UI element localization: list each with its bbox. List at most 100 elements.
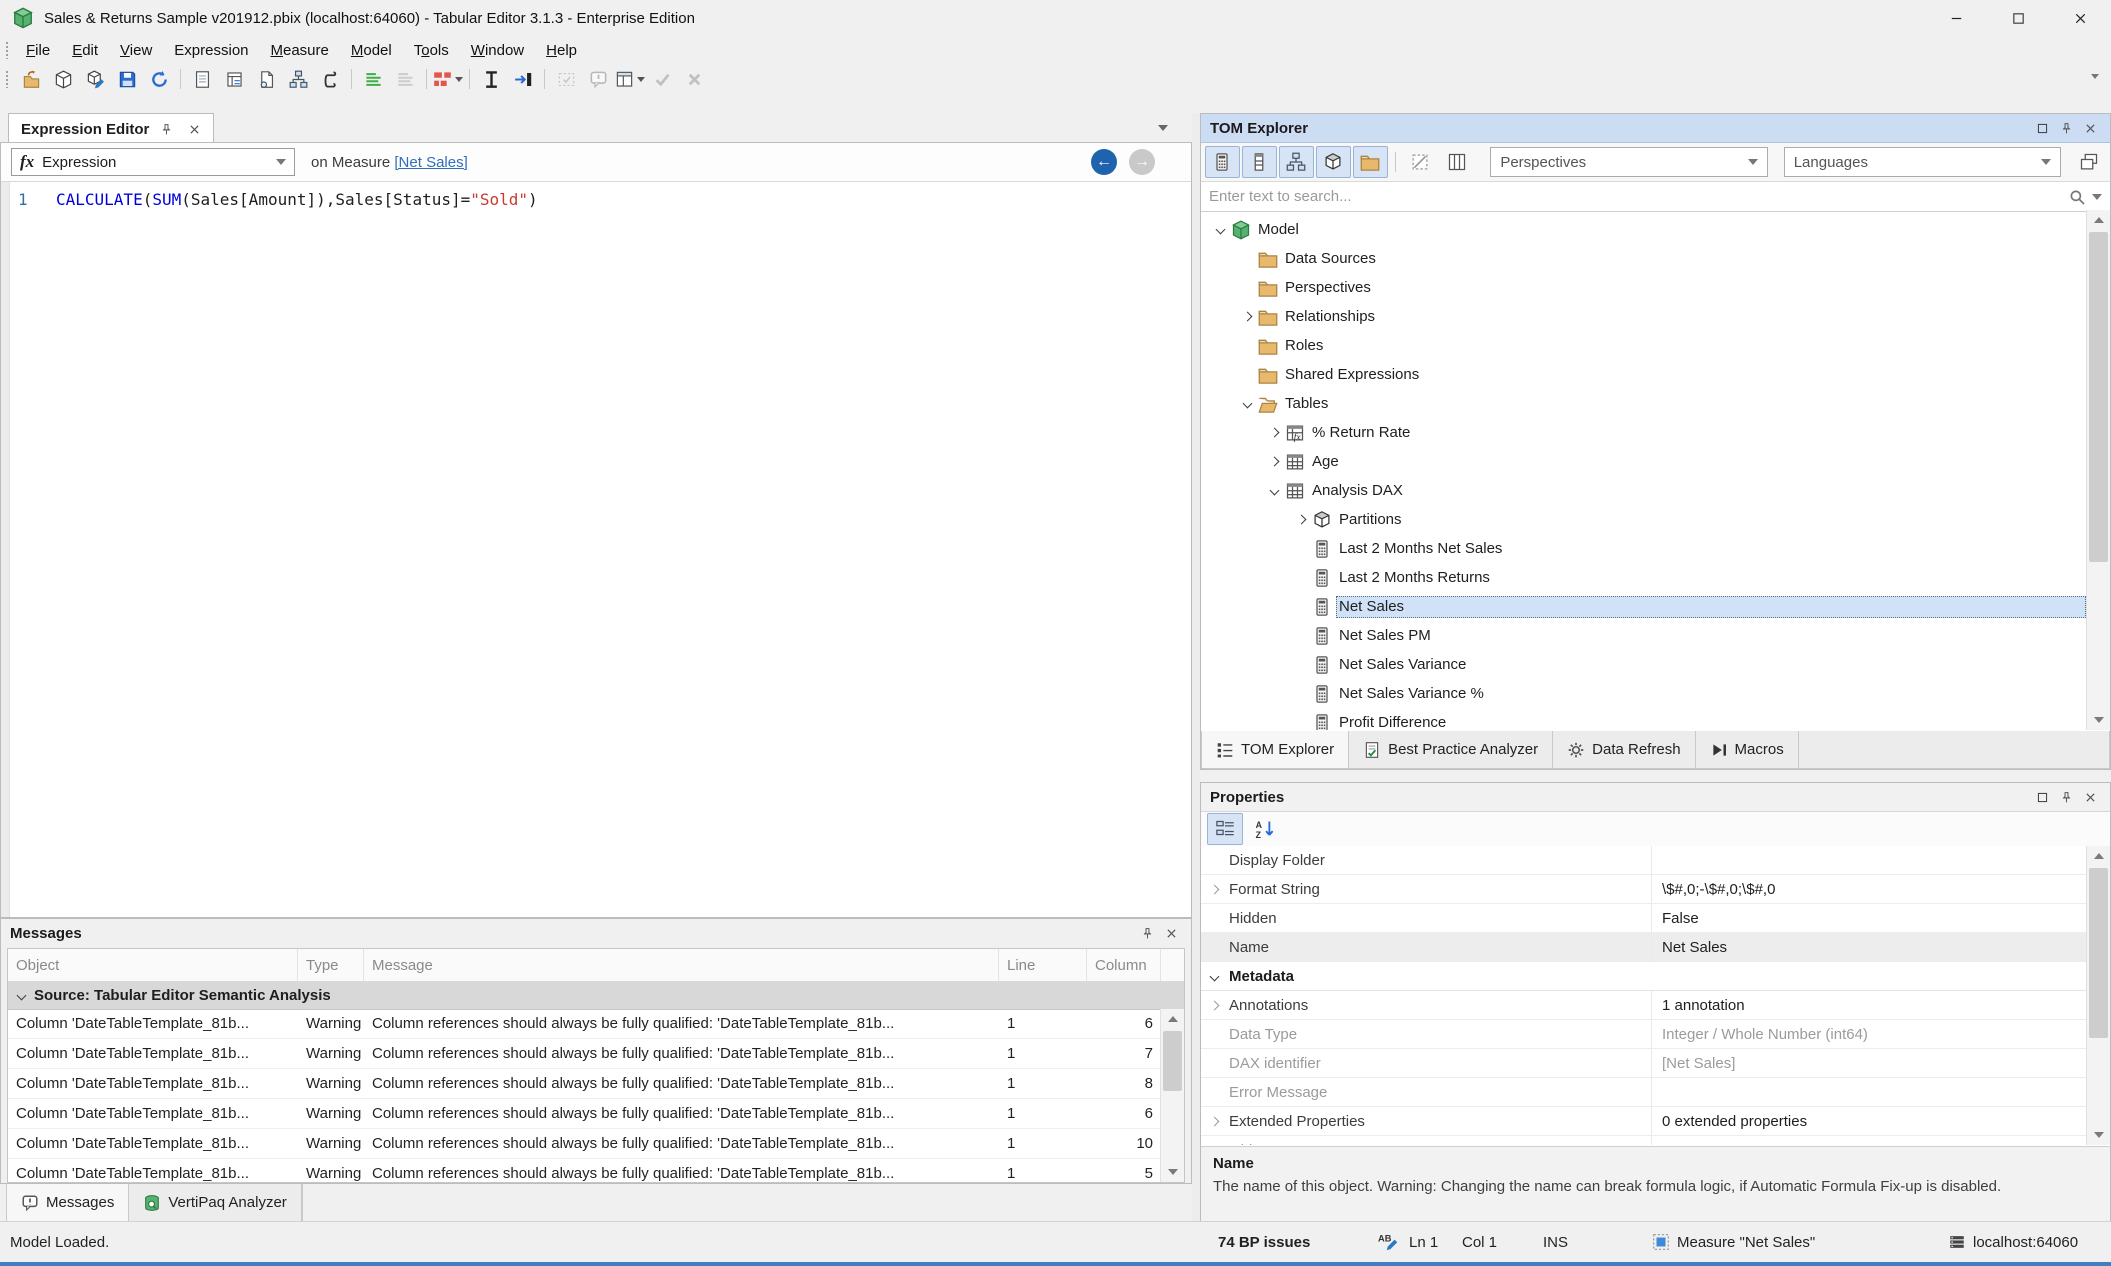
tree-item-model[interactable]: Model <box>1201 215 2086 244</box>
property-row-name[interactable]: NameNet Sales <box>1201 933 2110 962</box>
sort-alphabetical-button[interactable]: AZ <box>1247 813 1283 845</box>
code-editor[interactable]: 1 CALCULATE(SUM(Sales[Amount]),Sales[Sta… <box>1 182 1191 917</box>
minimize-button[interactable] <box>1925 0 1987 36</box>
panel-menu-icon[interactable] <box>1158 125 1168 131</box>
property-value[interactable]: Measure <box>1652 1136 2110 1145</box>
format-outline-button[interactable] <box>358 66 388 92</box>
toggle-table-columns-button[interactable] <box>1439 146 1474 178</box>
open-file-button[interactable] <box>16 66 46 92</box>
menu-model[interactable]: Model <box>340 39 403 62</box>
vertical-splitter[interactable] <box>1192 113 1200 1221</box>
search-icon[interactable] <box>2068 188 2086 206</box>
properties-scrollbar[interactable] <box>2086 846 2110 1145</box>
property-row-annotations[interactable]: Annotations1 annotation <box>1201 991 2110 1020</box>
arrange-windows-button[interactable] <box>2071 146 2106 178</box>
property-row-display-folder[interactable]: Display Folder <box>1201 846 2110 875</box>
new-document-button[interactable] <box>187 66 217 92</box>
property-row-dax-identifier[interactable]: DAX identifier[Net Sales] <box>1201 1049 2110 1078</box>
message-row[interactable]: Column 'DateTableTemplate_81b...WarningC… <box>8 1009 1161 1039</box>
message-row[interactable]: Column 'DateTableTemplate_81b...WarningC… <box>8 1039 1161 1069</box>
property-value[interactable]: \$#,0;-\$#,0;\$#,0 <box>1652 875 2110 903</box>
refresh-button[interactable] <box>144 66 174 92</box>
perspectives-select[interactable]: Perspectives <box>1490 147 1767 177</box>
toggle-columns-button[interactable] <box>1242 146 1277 178</box>
tree-item-partitions[interactable]: Partitions <box>1201 505 2086 534</box>
maximize-panel-icon[interactable] <box>2031 786 2053 808</box>
comment-button[interactable] <box>583 66 613 92</box>
column-header-line[interactable]: Line <box>999 949 1087 981</box>
property-value[interactable]: 1 annotation <box>1652 991 2110 1019</box>
maximize-button[interactable] <box>1987 0 2049 36</box>
chevron-right-icon[interactable] <box>1292 516 1310 523</box>
tree-item-perspectives[interactable]: Perspectives <box>1201 273 2086 302</box>
save-button[interactable] <box>112 66 142 92</box>
messages-group-row[interactable]: Source: Tabular Editor Semantic Analysis <box>8 982 1184 1010</box>
tab-best-practice-analyzer[interactable]: Best Practice Analyzer <box>1349 731 1553 768</box>
context-object-link[interactable]: [Net Sales] <box>394 154 467 171</box>
message-row[interactable]: Column 'DateTableTemplate_81b...WarningC… <box>8 1129 1161 1159</box>
menu-edit[interactable]: Edit <box>61 39 109 62</box>
column-header-object[interactable]: Object <box>8 949 298 981</box>
menu-tools[interactable]: Tools <box>403 39 460 62</box>
property-row-hidden[interactable]: HiddenFalse <box>1201 904 2110 933</box>
chevron-right-icon[interactable] <box>1201 1118 1227 1125</box>
chevron-right-icon[interactable] <box>1238 313 1256 320</box>
toggle-hidden-button[interactable] <box>1403 146 1438 178</box>
tree-item-data-sources[interactable]: Data Sources <box>1201 244 2086 273</box>
tree-item-age[interactable]: Age <box>1201 447 2086 476</box>
menu-expression[interactable]: Expression <box>163 39 259 62</box>
tree-item-return-rate[interactable]: fx% Return Rate <box>1201 418 2086 447</box>
new-page-button[interactable] <box>251 66 281 92</box>
toolbar-overflow-icon[interactable] <box>2091 74 2099 79</box>
tab-vertipaq-analyzer[interactable]: VertiPaq Analyzer <box>129 1184 301 1221</box>
accept-changes-button[interactable] <box>647 66 677 92</box>
pin-icon[interactable] <box>2055 117 2077 139</box>
property-row-extended-properties[interactable]: Extended Properties0 extended properties <box>1201 1107 2110 1136</box>
deploy-model-button[interactable] <box>48 66 78 92</box>
menu-window[interactable]: Window <box>460 39 535 62</box>
property-row-format-string[interactable]: Format String\$#,0;-\$#,0;\$#,0 <box>1201 875 2110 904</box>
property-row-metadata[interactable]: Metadata <box>1201 962 2110 991</box>
toggle-partitions-button[interactable] <box>1316 146 1351 178</box>
pin-icon[interactable] <box>2055 786 2077 808</box>
tree-item-relationships[interactable]: Relationships <box>1201 302 2086 331</box>
format-dax-button[interactable] <box>433 66 463 92</box>
search-input[interactable]: Enter text to search... <box>1209 188 2068 205</box>
chevron-right-icon[interactable] <box>1201 886 1227 893</box>
tree-item-tables[interactable]: Tables <box>1201 389 2086 418</box>
tree-item-last-2-months-net-sales[interactable]: Last 2 Months Net Sales <box>1201 534 2086 563</box>
property-value[interactable] <box>1652 1078 2110 1106</box>
menu-measure[interactable]: Measure <box>260 39 340 62</box>
menubar-grip[interactable] <box>5 41 9 59</box>
tree-item-analysis-dax[interactable]: Analysis DAX <box>1201 476 2086 505</box>
property-value[interactable]: [Net Sales] <box>1652 1049 2110 1077</box>
toggle-hierarchies-button[interactable] <box>1279 146 1314 178</box>
navigate-back-button[interactable]: ← <box>1091 149 1117 175</box>
navigate-forward-button[interactable]: → <box>1129 149 1155 175</box>
close-icon[interactable] <box>2079 117 2101 139</box>
property-row-data-type[interactable]: Data TypeInteger / Whole Number (int64) <box>1201 1020 2110 1049</box>
pin-icon[interactable] <box>1136 922 1158 944</box>
new-diagram-button[interactable] <box>283 66 313 92</box>
property-value[interactable]: Net Sales <box>1652 933 2110 961</box>
toolbar-grip[interactable] <box>5 70 9 88</box>
cancel-changes-button[interactable] <box>679 66 709 92</box>
tab-data-refresh[interactable]: Data Refresh <box>1553 731 1695 768</box>
message-row[interactable]: Column 'DateTableTemplate_81b...WarningC… <box>8 1069 1161 1099</box>
tree-item-net-sales-pm[interactable]: Net Sales PM <box>1201 621 2086 650</box>
property-value[interactable]: False <box>1652 904 2110 932</box>
property-value[interactable]: Integer / Whole Number (int64) <box>1652 1020 2110 1048</box>
toggle-folders-button[interactable] <box>1353 146 1388 178</box>
languages-select[interactable]: Languages <box>1784 147 2061 177</box>
property-row-error-message[interactable]: Error Message <box>1201 1078 2110 1107</box>
tree-item-net-sales[interactable]: Net Sales <box>1201 592 2086 621</box>
close-icon[interactable] <box>2079 786 2101 808</box>
chevron-down-icon[interactable] <box>1265 487 1283 494</box>
menu-view[interactable]: View <box>109 39 163 62</box>
chevron-down-icon[interactable] <box>1211 226 1229 233</box>
pin-icon[interactable] <box>155 118 177 140</box>
chevron-right-icon[interactable] <box>1265 458 1283 465</box>
format-outline-alt-button[interactable] <box>390 66 420 92</box>
tab-macros[interactable]: Macros <box>1696 731 1799 768</box>
property-row-object-type[interactable]: Object TypeMeasure <box>1201 1136 2110 1145</box>
